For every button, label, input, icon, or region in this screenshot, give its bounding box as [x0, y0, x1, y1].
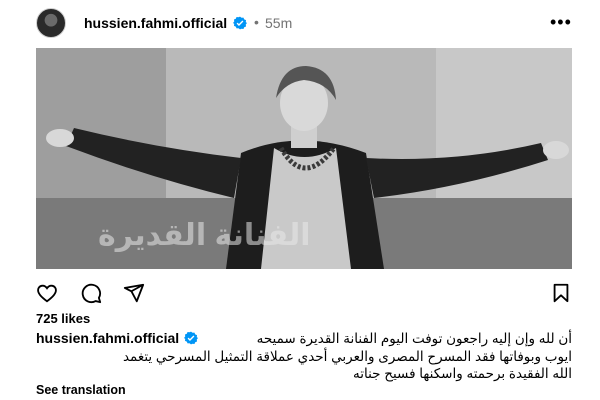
caption-line-3: الله الفقيدة برحمته واسكنها فسيح جناته — [352, 366, 572, 381]
post-photo[interactable]: الفنانة القديرة — [36, 48, 572, 269]
action-bar — [36, 282, 576, 304]
post-time[interactable]: 55m — [265, 15, 292, 31]
avatar[interactable] — [36, 8, 66, 38]
bookmark-icon[interactable] — [550, 282, 572, 304]
separator-dot: • — [254, 14, 259, 30]
verified-badge-icon — [184, 331, 198, 345]
caption-username[interactable]: hussien.fahmi.official — [36, 330, 179, 346]
share-icon[interactable] — [123, 282, 145, 304]
comment-icon[interactable] — [80, 282, 102, 304]
more-options-icon[interactable]: ••• — [550, 12, 572, 33]
caption-line-1: أن لله وإن إليه راجعون توفت اليوم الفنان… — [256, 331, 572, 346]
caption-line-2: ايوب وبوفاتها فقد المسرح المصرى والعربي … — [122, 349, 572, 364]
photo-overlay-text: الفنانة القديرة — [98, 219, 311, 252]
see-translation-link[interactable]: See translation — [36, 383, 126, 397]
heart-icon[interactable] — [36, 282, 58, 304]
likes-count[interactable]: 725 likes — [36, 311, 90, 326]
post-header: hussien.fahmi.official • 55m ••• — [36, 8, 576, 38]
verified-badge-icon — [233, 16, 247, 30]
post-username[interactable]: hussien.fahmi.official — [84, 15, 227, 31]
